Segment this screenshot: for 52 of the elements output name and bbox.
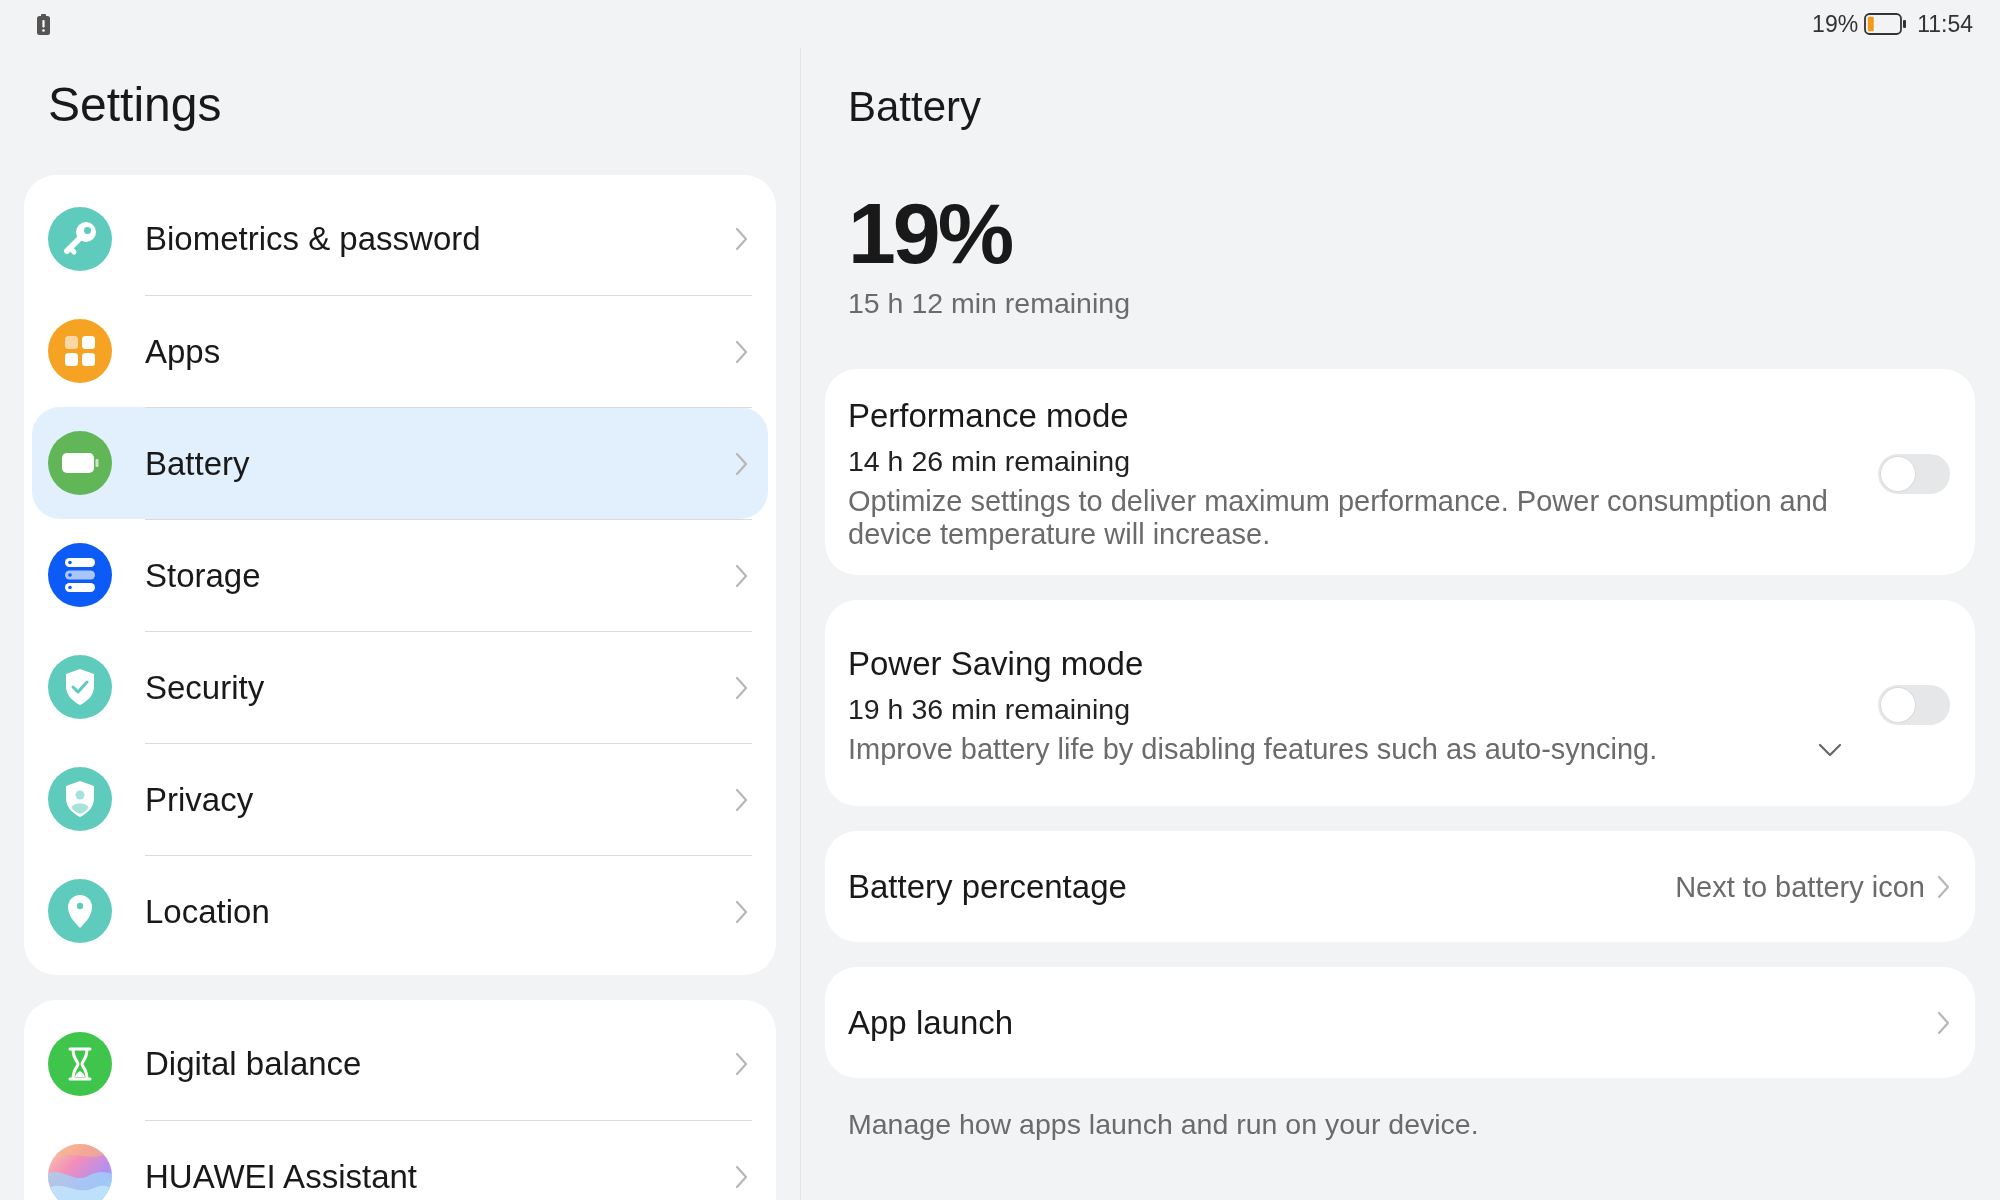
apps-grid-icon <box>48 319 112 383</box>
settings-card[interactable]: App launch <box>825 967 1975 1078</box>
sidebar-item[interactable]: HUAWEI Assistant <box>32 1120 768 1200</box>
chevron-right-icon <box>735 675 748 700</box>
location-pin-icon <box>48 879 112 943</box>
setting-note: Manage how apps launch and run on your device. <box>847 1107 1480 1142</box>
sidebar-item[interactable]: Biometrics & password <box>32 183 768 295</box>
toggle-switch[interactable] <box>1878 453 1950 494</box>
battery-percent: 19% <box>1812 10 1859 38</box>
setting-value: Next to battery icon <box>1675 869 1925 905</box>
chevron-down-icon[interactable] <box>1818 742 1842 757</box>
setting-subtitle: 14 h 26 min remaining <box>848 444 1131 479</box>
remaining-time: 15 h 12 min remaining <box>848 286 1131 321</box>
sidebar-item[interactable]: Security <box>32 631 768 743</box>
setting-title: App launch <box>848 1002 1015 1043</box>
shield-check-icon <box>48 655 112 719</box>
sidebar-item[interactable]: Apps <box>32 295 768 407</box>
toggle-switch[interactable] <box>1878 685 1950 725</box>
clock-time: 11:54 <box>1917 10 1973 38</box>
shield-person-icon <box>48 767 112 831</box>
chevron-right-icon <box>735 1052 748 1076</box>
setting-subtitle: 19 h 36 min remaining <box>848 692 1131 727</box>
setting-description: Optimize settings to deliver maximum performance. Power consumption and device temperature will increase. <box>848 485 1829 551</box>
chevron-right-icon <box>735 563 748 588</box>
sidebar-item[interactable]: Location <box>32 855 768 967</box>
sidebar-item[interactable]: Privacy <box>32 743 768 855</box>
page-title: Settings <box>47 77 223 133</box>
settings-card[interactable]: Battery percentage Next to battery icon <box>825 831 1975 942</box>
chevron-right-icon <box>1937 874 1950 899</box>
chevron-right-icon <box>735 899 748 924</box>
battery-level-reading: 19% <box>848 184 1013 283</box>
chevron-right-icon <box>735 227 748 251</box>
chevron-right-icon <box>735 1164 748 1189</box>
chevron-right-icon <box>735 451 748 476</box>
stacked-bars-icon <box>48 543 112 607</box>
panel-title: Battery <box>848 82 983 131</box>
setting-description: Improve battery life by disabling features such as auto-syncing. <box>848 733 1659 766</box>
battery-icon <box>48 431 112 495</box>
key-icon <box>48 207 112 271</box>
chevron-right-icon <box>735 339 748 364</box>
sidebar-item[interactable]: Storage <box>32 519 768 631</box>
gradient-orb-icon <box>48 1144 112 1200</box>
setting-title: Power Saving mode <box>848 644 1145 684</box>
battery-icon <box>1864 13 1907 35</box>
chevron-right-icon <box>1937 1010 1950 1035</box>
setting-title: Performance mode <box>848 396 1130 436</box>
sidebar-item[interactable]: Battery <box>32 407 768 519</box>
sidebar-item[interactable]: Digital balance <box>32 1008 768 1120</box>
setting-title: Battery percentage <box>848 866 1128 907</box>
chevron-right-icon <box>735 787 748 812</box>
battery-alert-icon <box>37 13 50 35</box>
hourglass-icon <box>48 1032 112 1096</box>
